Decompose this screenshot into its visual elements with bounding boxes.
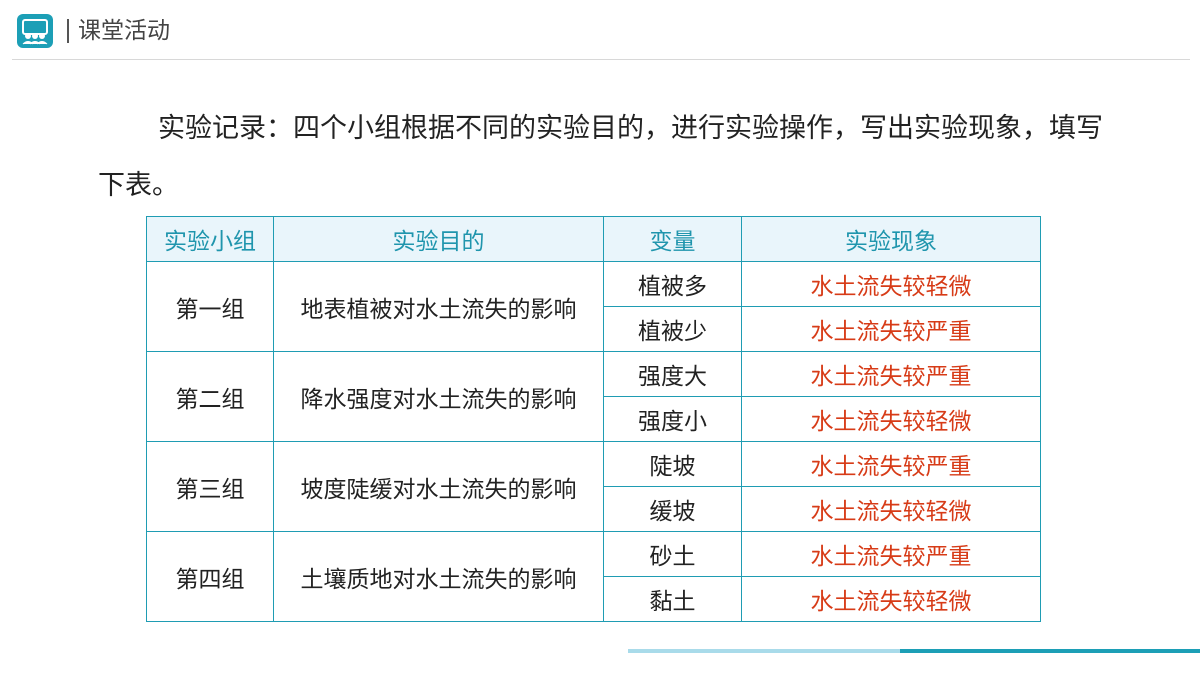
result-cell: 水土流失较轻微 [741,576,1041,622]
variable-cell: 植被多 [603,261,742,307]
experiment-record-table: 实验小组 实验目的 变量 实验现象 第一组 地表植被对水土流失的影响 植被多 水… [146,216,1041,622]
variable-cell: 砂土 [603,531,742,577]
result-cell: 水土流失较轻微 [741,486,1041,532]
purpose-cell: 土壤质地对水土流失的影响 [273,531,604,622]
intro-paragraph: 实验记录：四个小组根据不同的实验目的，进行实验操作，写出实验现象，填写下表。 [98,113,1103,201]
classroom-people-icon [17,14,53,48]
table-row: 第四组 土壤质地对水土流失的影响 砂土 水土流失较严重 [146,531,1041,622]
purpose-cell: 坡度陡缓对水土流失的影响 [273,441,604,532]
page-title: 课堂活动 [78,18,170,44]
header-purpose: 实验目的 [273,216,604,262]
header-result: 实验现象 [741,216,1041,262]
group-name-cell: 第三组 [146,441,274,532]
header-divider [12,59,1190,60]
page-header: 课堂活动 [0,0,1200,60]
variable-cell: 植被少 [603,306,742,352]
table-row: 第一组 地表植被对水土流失的影响 植被多 水土流失较轻微 [146,261,1041,352]
header-separator [67,19,69,43]
purpose-cell: 地表植被对水土流失的影响 [273,261,604,352]
purpose-cell: 降水强度对水土流失的影响 [273,351,604,442]
variable-cell: 强度小 [603,396,742,442]
group-name-cell: 第二组 [146,351,274,442]
footer-accent-bar-light [628,649,900,653]
result-cell: 水土流失较严重 [741,531,1041,577]
group-name-cell: 第一组 [146,261,274,352]
result-cell: 水土流失较严重 [741,351,1041,397]
group-name-cell: 第四组 [146,531,274,622]
variable-cell: 缓坡 [603,486,742,532]
variable-cell: 强度大 [603,351,742,397]
result-cell: 水土流失较严重 [741,441,1041,487]
result-cell: 水土流失较严重 [741,306,1041,352]
variable-cell: 黏土 [603,576,742,622]
table-header-row: 实验小组 实验目的 变量 实验现象 [146,216,1041,262]
table-row: 第三组 坡度陡缓对水土流失的影响 陡坡 水土流失较严重 [146,441,1041,532]
footer-accent-bar-dark [900,649,1200,653]
variable-cell: 陡坡 [603,441,742,487]
header-variable: 变量 [603,216,742,262]
result-cell: 水土流失较轻微 [741,396,1041,442]
table-row: 第二组 降水强度对水土流失的影响 强度大 水土流失较严重 [146,351,1041,442]
header-group: 实验小组 [146,216,274,262]
result-cell: 水土流失较轻微 [741,261,1041,307]
